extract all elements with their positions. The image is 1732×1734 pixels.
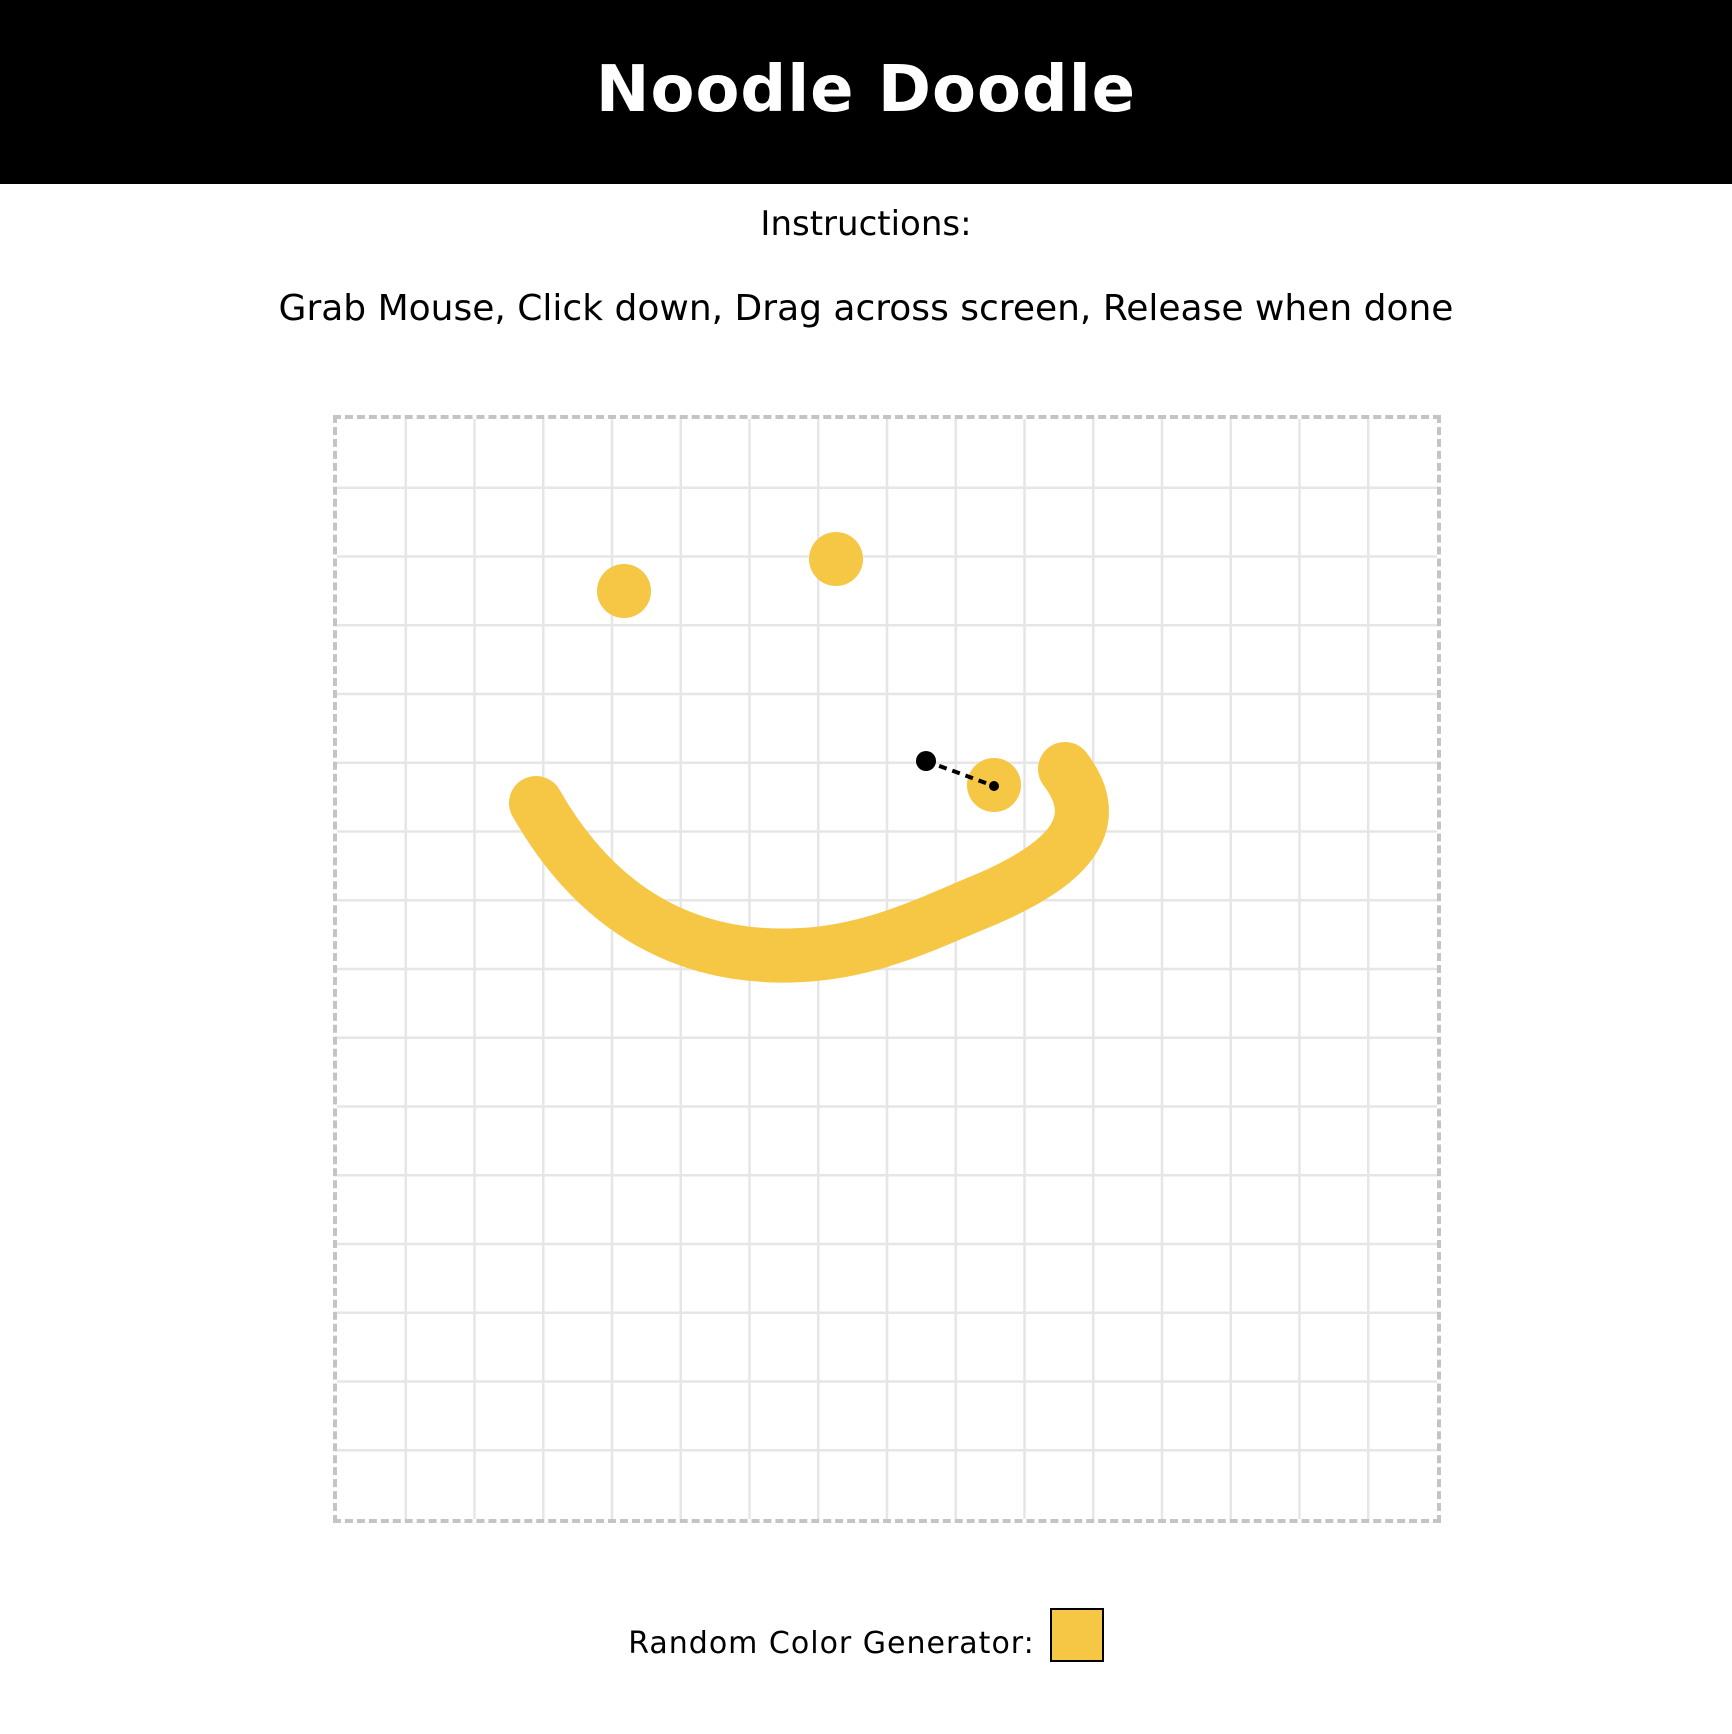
doodle-layer (509, 532, 1109, 983)
doodle-left-eye (597, 564, 651, 618)
color-generator: Random Color Generator: (0, 1608, 1732, 1668)
drag-end-dot (989, 781, 999, 791)
drawing-canvas[interactable] (333, 415, 1441, 1523)
drawing-surface (337, 419, 1437, 1519)
color-swatch[interactable] (1049, 1608, 1104, 1662)
drag-pointer-dot (916, 751, 936, 771)
canvas-grid (337, 419, 1437, 1519)
app-header: Noodle Doodle (0, 0, 1732, 184)
instructions-heading: Instructions: (760, 204, 972, 244)
doodle-right-eye (809, 532, 863, 586)
color-generator-label: Random Color Generator: (628, 1625, 1035, 1661)
app-title: Noodle Doodle (595, 53, 1137, 127)
instructions-text: Grab Mouse, Click down, Drag across scre… (278, 288, 1454, 329)
